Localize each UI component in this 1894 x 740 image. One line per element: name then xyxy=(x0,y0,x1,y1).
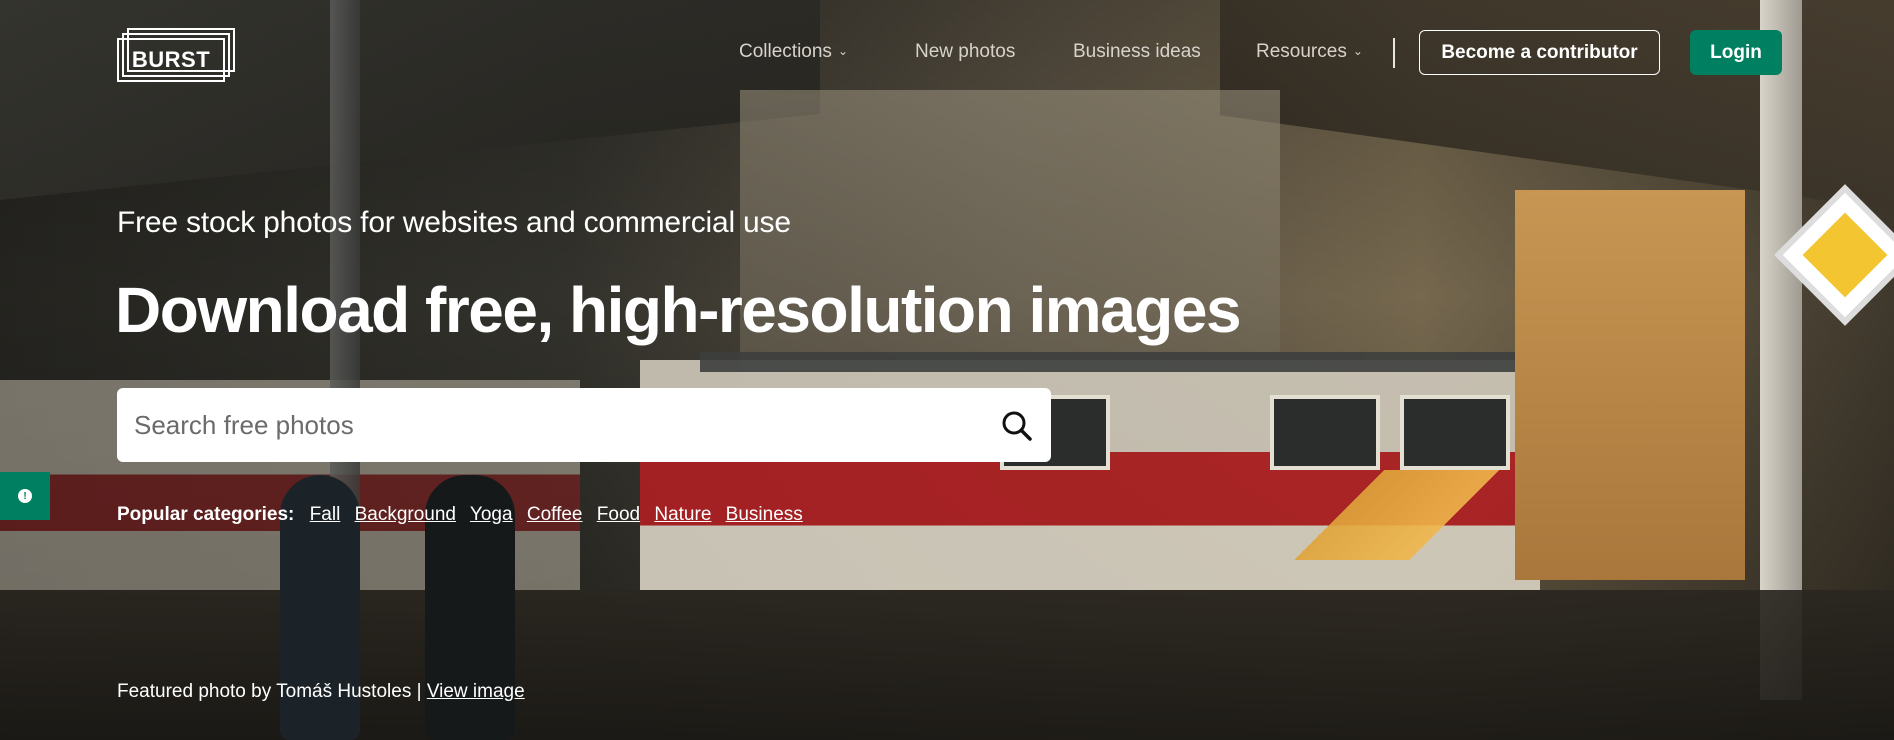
chevron-down-icon: ⌄ xyxy=(837,44,848,58)
photo-credit: Featured photo by Tomáš Hustoles | View … xyxy=(117,681,525,703)
background-photo-tram-roof xyxy=(700,352,1520,372)
login-button[interactable]: Login xyxy=(1690,30,1782,75)
category-link-business[interactable]: Business xyxy=(726,504,803,525)
popular-categories-label: Popular categories: xyxy=(117,504,295,525)
nav-collections[interactable]: Collections ⌄ xyxy=(739,41,848,63)
feedback-tab[interactable]: ! xyxy=(0,472,50,520)
hero-title: Download free, high-resolution images xyxy=(115,274,1242,346)
nav-resources[interactable]: Resources ⌄ xyxy=(1256,41,1363,63)
view-image-link[interactable]: View image xyxy=(427,681,525,702)
become-contributor-button[interactable]: Become a contributor xyxy=(1419,30,1660,75)
feedback-icon: ! xyxy=(18,489,32,503)
category-link-yoga[interactable]: Yoga xyxy=(470,504,513,525)
nav-business-ideas[interactable]: Business ideas xyxy=(1073,41,1201,63)
category-link-background[interactable]: Background xyxy=(355,504,456,525)
photo-credit-text: Featured photo by Tomáš Hustoles | xyxy=(117,681,422,702)
popular-categories: Popular categories: Fall Background Yoga… xyxy=(117,504,812,526)
top-nav: BURST Collections ⌄ New photos Business i… xyxy=(0,0,1894,106)
burst-logo[interactable]: BURST xyxy=(117,28,235,82)
category-link-food[interactable]: Food xyxy=(597,504,640,525)
hero-section: BURST Collections ⌄ New photos Business i… xyxy=(0,0,1894,740)
background-photo-window xyxy=(1270,395,1380,470)
search-bar xyxy=(117,388,1051,462)
category-link-nature[interactable]: Nature xyxy=(654,504,711,525)
search-input[interactable] xyxy=(117,388,977,462)
nav-resources-label: Resources xyxy=(1256,41,1347,62)
chevron-down-icon: ⌄ xyxy=(1352,44,1363,58)
logo-text: BURST xyxy=(117,38,225,82)
nav-divider xyxy=(1393,38,1395,68)
nav-collections-label: Collections xyxy=(739,41,832,62)
background-photo-hut xyxy=(1515,190,1745,580)
category-link-coffee[interactable]: Coffee xyxy=(527,504,583,525)
background-photo-tram-stripe xyxy=(1285,470,1525,560)
background-photo-window xyxy=(1400,395,1510,470)
search-icon[interactable] xyxy=(1001,410,1033,442)
hero-subtitle: Free stock photos for websites and comme… xyxy=(117,206,791,239)
nav-new-photos[interactable]: New photos xyxy=(915,41,1015,63)
category-link-fall[interactable]: Fall xyxy=(310,504,341,525)
